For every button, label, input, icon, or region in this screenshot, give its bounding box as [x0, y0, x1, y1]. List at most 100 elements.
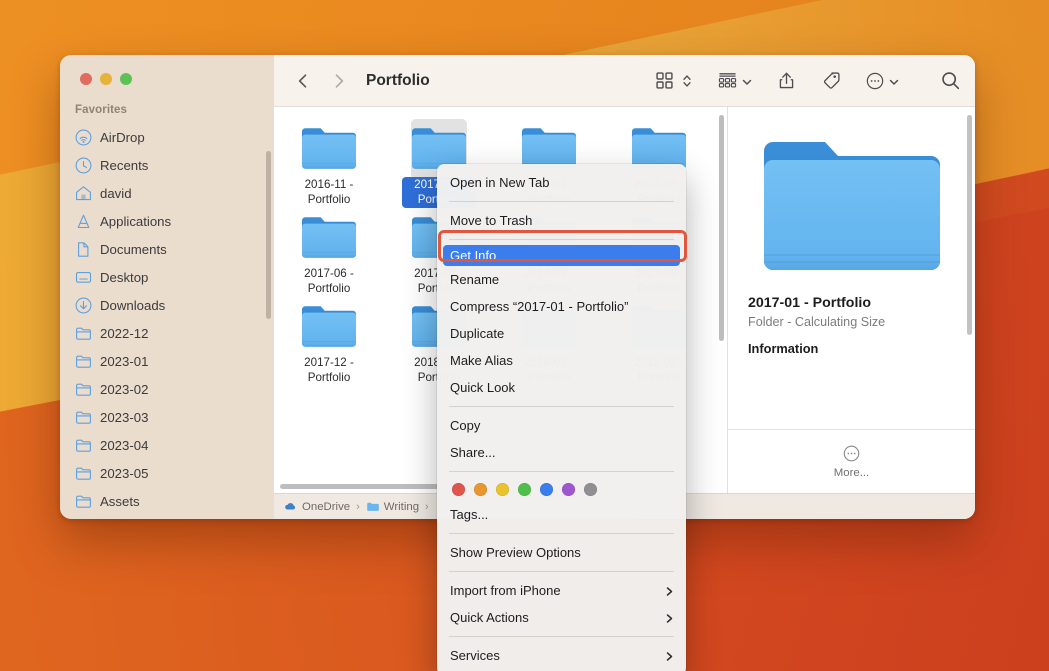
toolbar: Portfolio: [274, 55, 975, 107]
sidebar-item-2023-02[interactable]: 2023-02: [60, 375, 274, 403]
sidebar: Favorites AirDropRecentsdavidApplication…: [60, 55, 274, 519]
menu-separator: [449, 239, 674, 240]
more-circle-icon-preview: [842, 444, 861, 463]
sidebar-item-recents[interactable]: Recents: [60, 151, 274, 179]
menu-item-rename[interactable]: Rename: [437, 266, 686, 293]
sidebar-scrollbar[interactable]: [266, 151, 271, 319]
tag-color-swatch[interactable]: [496, 483, 509, 496]
menu-item-label: Quick Actions: [450, 610, 665, 625]
home-icon: [75, 185, 92, 202]
menu-item-share[interactable]: Share...: [437, 439, 686, 466]
chevron-down-icon-more[interactable]: [888, 75, 900, 87]
tag-color-swatch[interactable]: [474, 483, 487, 496]
menu-item-label: Copy: [450, 418, 674, 433]
sidebar-item-2023-05[interactable]: 2023-05: [60, 459, 274, 487]
sidebar-item-david[interactable]: david: [60, 179, 274, 207]
tag-color-swatch[interactable]: [452, 483, 465, 496]
folder-icon: [75, 381, 92, 398]
breadcrumb-writing[interactable]: Writing: [366, 500, 419, 513]
back-button[interactable]: [290, 68, 316, 94]
menu-item-quick-look[interactable]: Quick Look: [437, 374, 686, 401]
grid-vertical-scrollbar[interactable]: [719, 115, 724, 341]
sidebar-item-documents[interactable]: Documents: [60, 235, 274, 263]
folder-icon: [75, 493, 92, 510]
tag-color-swatch[interactable]: [540, 483, 553, 496]
breadcrumb-label: OneDrive: [302, 501, 350, 513]
menu-item-quick-actions[interactable]: Quick Actions: [437, 604, 686, 631]
menu-separator: [449, 636, 674, 637]
sidebar-item-2022-12[interactable]: 2022-12: [60, 319, 274, 347]
group-by-icon[interactable]: [717, 71, 738, 90]
document-icon: [75, 241, 92, 258]
menu-separator: [449, 201, 674, 202]
menu-item-show-preview-options[interactable]: Show Preview Options: [437, 539, 686, 566]
sidebar-item-desktop[interactable]: Desktop: [60, 263, 274, 291]
menu-item-duplicate[interactable]: Duplicate: [437, 320, 686, 347]
sidebar-item-2023-04[interactable]: 2023-04: [60, 431, 274, 459]
menu-item-get-info[interactable]: Get Info: [443, 245, 680, 266]
download-icon: [75, 297, 92, 314]
sidebar-item-label: Downloads: [100, 298, 165, 313]
chevron-down-icon[interactable]: [741, 75, 753, 87]
folder-icon: [75, 353, 92, 370]
folder-icon: [75, 409, 92, 426]
icon-view-icon[interactable]: [655, 71, 674, 90]
folder-item[interactable]: 2017-12 - Portfolio: [274, 297, 384, 386]
airdrop-icon: [75, 129, 92, 146]
share-icon[interactable]: [777, 70, 796, 91]
sidebar-item-airdrop[interactable]: AirDrop: [60, 123, 274, 151]
menu-item-label: Make Alias: [450, 353, 674, 368]
menu-item-move-to-trash[interactable]: Move to Trash: [437, 207, 686, 234]
preview-pane: 2017-01 - Portfolio Folder - Calculating…: [727, 107, 975, 493]
more-circle-icon[interactable]: [865, 71, 885, 91]
more-actions-control[interactable]: [865, 71, 900, 91]
sidebar-item-downloads[interactable]: Downloads: [60, 291, 274, 319]
sidebar-item-2023-03[interactable]: 2023-03: [60, 403, 274, 431]
menu-item-label: Move to Trash: [450, 213, 674, 228]
folder-item[interactable]: 2017-06 - Portfolio: [274, 208, 384, 297]
sidebar-item-2023-01[interactable]: 2023-01: [60, 347, 274, 375]
breadcrumb-separator: ›: [356, 501, 360, 513]
preview-file-kind: Folder - Calculating Size: [748, 315, 955, 329]
menu-item-compress-2017-01-portfolio[interactable]: Compress “2017-01 - Portfolio”: [437, 293, 686, 320]
zoom-button[interactable]: [120, 73, 132, 85]
folder-icon-large: [756, 129, 948, 281]
context-menu[interactable]: Open in New Tab Move to Trash Get Info Rena…: [437, 164, 686, 671]
sidebar-item-label: Desktop: [100, 270, 148, 285]
menu-item-label: Import from iPhone: [450, 583, 665, 598]
sidebar-item-label: 2023-01: [100, 354, 148, 369]
sidebar-item-applications[interactable]: Applications: [60, 207, 274, 235]
folder-icon: [366, 500, 379, 513]
forward-button[interactable]: [326, 68, 352, 94]
sidebar-item-label: Recents: [100, 158, 148, 173]
preview-more-label: More...: [834, 467, 869, 479]
breadcrumb-onedrive[interactable]: OneDrive: [284, 500, 350, 513]
tag-color-swatch[interactable]: [562, 483, 575, 496]
menu-item-copy[interactable]: Copy: [437, 412, 686, 439]
sidebar-item-label: 2022-12: [100, 326, 148, 341]
menu-item-label: Duplicate: [450, 326, 674, 341]
sidebar-item-assets[interactable]: Assets: [60, 487, 274, 515]
folder-icon: [300, 125, 358, 171]
group-by-control[interactable]: [717, 71, 753, 90]
preview-scrollbar[interactable]: [967, 115, 972, 335]
folder-item[interactable]: 2016-11 - Portfolio: [274, 119, 384, 208]
tag-color-swatch[interactable]: [518, 483, 531, 496]
menu-item-label: Rename: [450, 272, 674, 287]
tag-color-swatch[interactable]: [584, 483, 597, 496]
menu-item-services[interactable]: Services: [437, 642, 686, 669]
search-icon[interactable]: [940, 70, 961, 91]
menu-item-open-in-new-tab[interactable]: Open in New Tab: [437, 169, 686, 196]
menu-item-tags[interactable]: Tags...: [437, 501, 686, 528]
sort-chevrons-icon[interactable]: [681, 72, 693, 90]
close-button[interactable]: [80, 73, 92, 85]
minimize-button[interactable]: [100, 73, 112, 85]
grid-horizontal-scrollbar[interactable]: [280, 484, 444, 489]
sidebar-item-label: Applications: [100, 214, 171, 229]
menu-item-import-from-iphone[interactable]: Import from iPhone: [437, 577, 686, 604]
tag-icon[interactable]: [820, 70, 841, 91]
view-mode-control[interactable]: [655, 71, 693, 90]
menu-item-make-alias[interactable]: Make Alias: [437, 347, 686, 374]
preview-more-button[interactable]: More...: [728, 429, 975, 493]
tag-color-row[interactable]: [437, 477, 686, 501]
